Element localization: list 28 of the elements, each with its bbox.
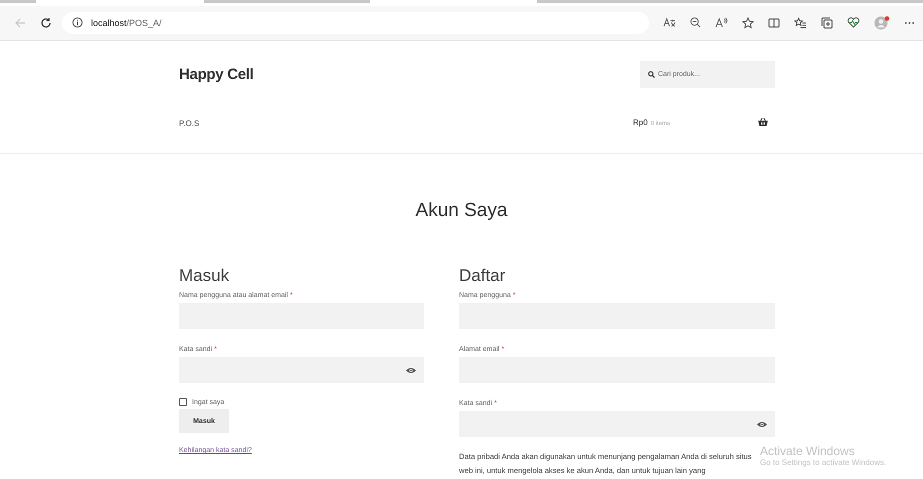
favorites-icon[interactable] [794, 16, 807, 28]
more-icon[interactable] [904, 20, 915, 24]
zoom-out-icon[interactable] [690, 17, 701, 28]
section-heading: Daftar [459, 266, 506, 286]
collections-icon[interactable] [821, 16, 833, 28]
activation-notice-text: Go to Settings to activate Windows. [760, 458, 886, 467]
info-icon[interactable] [72, 17, 83, 28]
reload-icon[interactable] [40, 16, 52, 28]
heart-pulse-icon[interactable] [847, 17, 860, 28]
checkbox[interactable] [179, 398, 187, 406]
profile-avatar-icon[interactable] [874, 16, 890, 30]
star-icon[interactable] [742, 16, 754, 28]
activation-notice-title: Activate Windows [760, 444, 856, 458]
section-heading: Masuk [179, 266, 230, 286]
address-bar[interactable]: localhost/POS_A/ [62, 12, 649, 34]
read-aloud-icon[interactable] [715, 17, 728, 28]
basket-icon[interactable] [758, 118, 768, 126]
translate-icon[interactable] [663, 17, 676, 28]
eye-icon[interactable] [406, 366, 416, 374]
password-field[interactable] [459, 411, 775, 437]
url-text: localhost/POS_A/ [91, 18, 162, 28]
page-title: Akun Saya [414, 200, 508, 222]
split-screen-icon[interactable] [768, 16, 780, 28]
nav-link[interactable]: P.O.S [179, 119, 200, 128]
site-title[interactable]: Happy Cell [179, 66, 254, 83]
password-field[interactable] [179, 357, 424, 383]
cart-total[interactable]: Rp0 [633, 118, 648, 126]
eye-icon[interactable] [757, 420, 767, 428]
